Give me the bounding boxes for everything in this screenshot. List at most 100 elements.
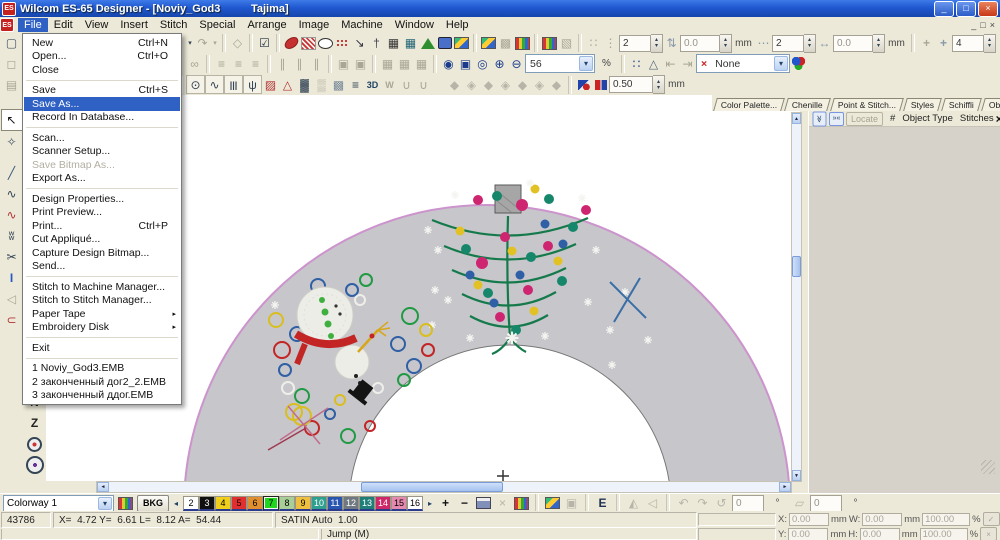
palette-scroll-right-icon[interactable]: ▸ [426, 499, 434, 508]
doc-restore-button[interactable]: □ [980, 20, 985, 30]
restore-button[interactable]: □ [956, 0, 976, 17]
toolbar-icon[interactable] [651, 33, 663, 53]
menu-item-export-as[interactable]: Export As... [24, 172, 180, 186]
manual-input-icon[interactable]: ↘ [351, 35, 368, 52]
line-fill-icon[interactable]: ||| [224, 75, 243, 94]
penetration-tool-icon[interactable]: I [2, 268, 22, 288]
panel-close-icon[interactable]: × [996, 113, 1000, 125]
menu-item-scanner-setup[interactable]: Scanner Setup... [24, 145, 180, 159]
motif-input-icon[interactable] [334, 35, 351, 52]
doc-minimize-button[interactable]: _ [971, 20, 976, 30]
effect-dim-2-icon[interactable]: ◈ [463, 76, 480, 93]
menu-item-recent-2[interactable]: 2 законченный дог2_2.EMB [24, 375, 180, 389]
swatch-13[interactable]: 13 [359, 495, 375, 511]
menu-window[interactable]: Window [389, 18, 440, 32]
satin-column-icon[interactable]: ▓ [296, 76, 313, 93]
menu-item-paper-tape[interactable]: Paper Tape ▸ [24, 307, 180, 321]
unlock-stitch-icon[interactable]: ∞ [186, 55, 203, 72]
oval-effect-2-icon[interactable]: ∪ [415, 76, 432, 93]
offset-field[interactable]: 0.0 [680, 34, 720, 52]
cancel-transform-button[interactable]: × [980, 527, 998, 540]
fill-input-icon[interactable] [300, 35, 317, 52]
grid-icon[interactable]: ▦ [385, 35, 402, 52]
x-position-field[interactable]: 0.00 [788, 512, 829, 526]
fit-window-icon[interactable]: ▦ [379, 55, 396, 72]
remove-color-icon[interactable]: − [456, 495, 473, 512]
points-field[interactable]: 4 [952, 34, 984, 52]
rotate-cw-icon[interactable]: ↷ [694, 495, 711, 512]
menu-item-stitch-to-machine-manager[interactable]: Stitch to Machine Manager... [24, 280, 180, 294]
stitch-dots-icon[interactable]: ∷ [585, 35, 602, 52]
menu-item-stitch-to-stitch-manager[interactable]: Stitch to Stitch Manager... [24, 294, 180, 308]
spacing-field[interactable]: 0.0 [833, 34, 873, 52]
travel-end-icon[interactable]: ⇥ [679, 55, 696, 72]
vertical-scrollbar[interactable]: ▲ ▼ [791, 112, 802, 482]
oval-effect-1-icon[interactable]: ∪ [398, 76, 415, 93]
spacing-icon[interactable]: ↔ [816, 35, 833, 52]
zoom-in-icon[interactable]: ⊕ [491, 55, 508, 72]
tab-styles[interactable]: Styles [903, 98, 943, 111]
carving-icon[interactable]: ▩ [330, 76, 347, 93]
scroll-down-arrow[interactable]: ▼ [792, 470, 801, 481]
toolbar-icon[interactable] [804, 33, 816, 53]
minimize-button[interactable]: _ [934, 0, 954, 17]
background-color-button[interactable]: BKG [137, 494, 169, 512]
shrink-panel-icon[interactable]: »« [829, 111, 844, 126]
fit-width-icon[interactable]: ▦ [396, 55, 413, 72]
satin-input-icon[interactable] [283, 35, 300, 52]
tab-schiffli[interactable]: Schiffli [941, 98, 982, 111]
swatch-14[interactable]: 14 [375, 495, 391, 511]
mirror-z-tool-icon[interactable]: Z [25, 413, 45, 433]
palette-editor-icon[interactable] [513, 495, 530, 512]
effect-dim-1-icon[interactable]: ◆ [446, 76, 463, 93]
toolbar-icon[interactable] [984, 33, 996, 53]
color-swap-icon[interactable] [592, 76, 609, 93]
menu-view[interactable]: View [79, 18, 115, 32]
curve-tool-icon[interactable]: ⊂ [2, 310, 22, 330]
applique-icon[interactable] [436, 35, 453, 52]
same-height-icon[interactable]: ▣ [352, 55, 369, 72]
tab-color-palette[interactable]: Color Palette... [713, 98, 786, 111]
move-y-icon[interactable]: + [935, 35, 952, 52]
penetration-icon[interactable]: † [368, 35, 385, 52]
backtrack-tool-icon[interactable]: ◁ [2, 289, 22, 309]
menu-item-open[interactable]: Open... Ctrl+O [24, 50, 180, 64]
contour-lines-icon[interactable]: ≡ [347, 76, 364, 93]
align-left-icon[interactable]: ≡ [213, 55, 230, 72]
swatch-7[interactable]: 7 [263, 495, 279, 511]
doc-close-button[interactable]: × [990, 20, 995, 30]
tatami2-icon[interactable]: ▨ [262, 76, 279, 93]
effect-3d-icon[interactable]: 3D [364, 76, 381, 93]
pull-comp-field[interactable]: 0.50 [609, 76, 653, 93]
autoscroll-checkbox-icon[interactable]: ☑ [256, 35, 273, 52]
collapse-panel-icon[interactable]: ≪ [812, 111, 827, 126]
toolbar-icon[interactable] [873, 33, 885, 53]
toolbar-icon[interactable] [653, 75, 665, 94]
offset-icon[interactable]: ⇅ [663, 35, 680, 52]
picture-icon[interactable] [544, 495, 561, 512]
menu-item-embroidery-disk[interactable]: Embroidery Disk ▸ [24, 321, 180, 335]
tab-point-stitch[interactable]: Point & Stitch... [830, 98, 904, 111]
manual-stitch-tool-icon[interactable]: ∿ [2, 205, 22, 225]
width-field[interactable]: 0.00 [862, 512, 903, 526]
show-all-icon[interactable]: ∷ [628, 55, 645, 72]
scale-x-field[interactable]: 100.00 [922, 512, 971, 526]
swatch-11[interactable]: 11 [327, 495, 343, 511]
office-icon[interactable]: ▧ [558, 35, 575, 52]
swatch-9[interactable]: 9 [295, 495, 311, 511]
polygon-show-icon[interactable]: △ [645, 55, 662, 72]
scale-y-field[interactable]: 100.00 [919, 527, 968, 540]
panel-resize-grip[interactable] [981, 460, 995, 474]
menu-edit[interactable]: Edit [48, 18, 79, 32]
zoom-box-icon[interactable]: ▣ [457, 55, 474, 72]
menu-item-exit[interactable]: Exit [24, 341, 180, 355]
color-grid-icon[interactable] [541, 35, 558, 52]
vertical-scroll-thumb[interactable] [792, 256, 801, 277]
swatch-15[interactable]: 15 [391, 495, 407, 511]
distribute-h-icon[interactable]: ∥ [274, 55, 291, 72]
triangle-fill-icon[interactable]: △ [279, 76, 296, 93]
dots2-icon[interactable]: ⋯ [755, 35, 772, 52]
select-tool-icon[interactable]: ↖ [0, 109, 23, 131]
menu-item-scan[interactable]: Scan... [24, 131, 180, 145]
menu-item-save-as[interactable]: Save As... [24, 97, 180, 111]
